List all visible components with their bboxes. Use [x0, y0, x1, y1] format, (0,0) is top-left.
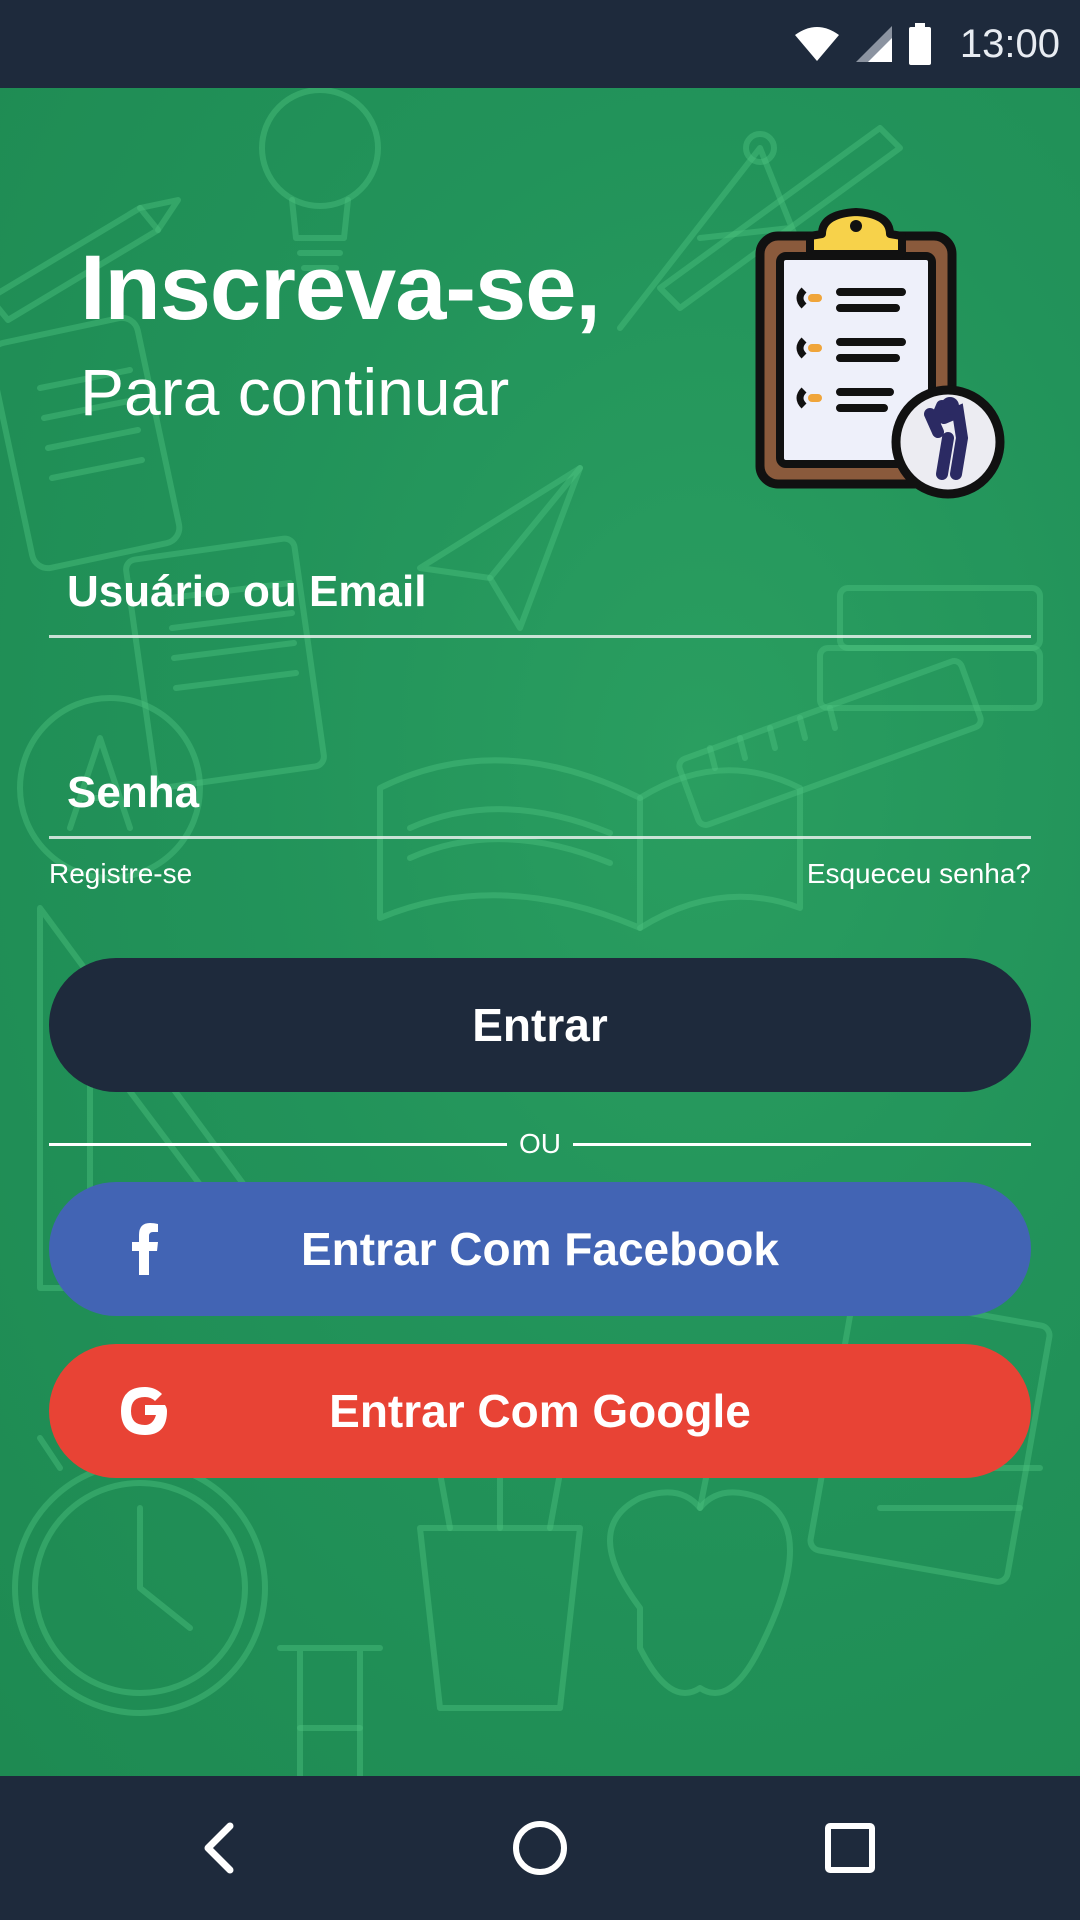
wifi-icon [794, 27, 839, 61]
navigation-bar [0, 1776, 1080, 1920]
forgot-password-link[interactable]: Esqueceu senha? [807, 858, 1031, 890]
login-button[interactable]: Entrar [49, 958, 1031, 1092]
google-login-button[interactable]: Entrar Com Google [49, 1344, 1031, 1478]
facebook-icon [132, 1223, 158, 1275]
main-content: Inscreva-se, Para continuar Usuário ou E… [0, 88, 1080, 1776]
google-button-label: Entrar Com Google [329, 1385, 751, 1437]
login-button-label: Entrar [472, 999, 608, 1051]
username-input[interactable]: Usuário ou Email [49, 548, 1031, 638]
signal-icon [855, 26, 892, 62]
register-link[interactable]: Registre-se [49, 858, 192, 890]
home-icon[interactable] [510, 1818, 570, 1878]
status-bar: 13:00 [0, 0, 1080, 88]
facebook-login-button[interactable]: Entrar Com Facebook [49, 1182, 1031, 1316]
recents-icon[interactable] [820, 1818, 880, 1878]
username-placeholder: Usuário ou Email [67, 567, 427, 616]
facebook-button-label: Entrar Com Facebook [301, 1223, 779, 1275]
divider-text: OU [519, 1128, 561, 1159]
or-divider: OU [49, 1124, 1031, 1164]
password-input[interactable]: Senha [49, 749, 1031, 839]
google-icon [121, 1387, 167, 1435]
page-subtitle: Para continuar [80, 355, 510, 429]
clipboard-icon [755, 208, 1005, 499]
back-icon[interactable] [192, 1818, 252, 1878]
password-placeholder: Senha [67, 768, 200, 817]
battery-icon [908, 23, 931, 65]
login-screen: 13:00 Inscreva-se, Para continuar Usuári… [0, 0, 1080, 1920]
page-title: Inscreva-se, [80, 237, 601, 339]
clock: 13:00 [959, 21, 1060, 66]
